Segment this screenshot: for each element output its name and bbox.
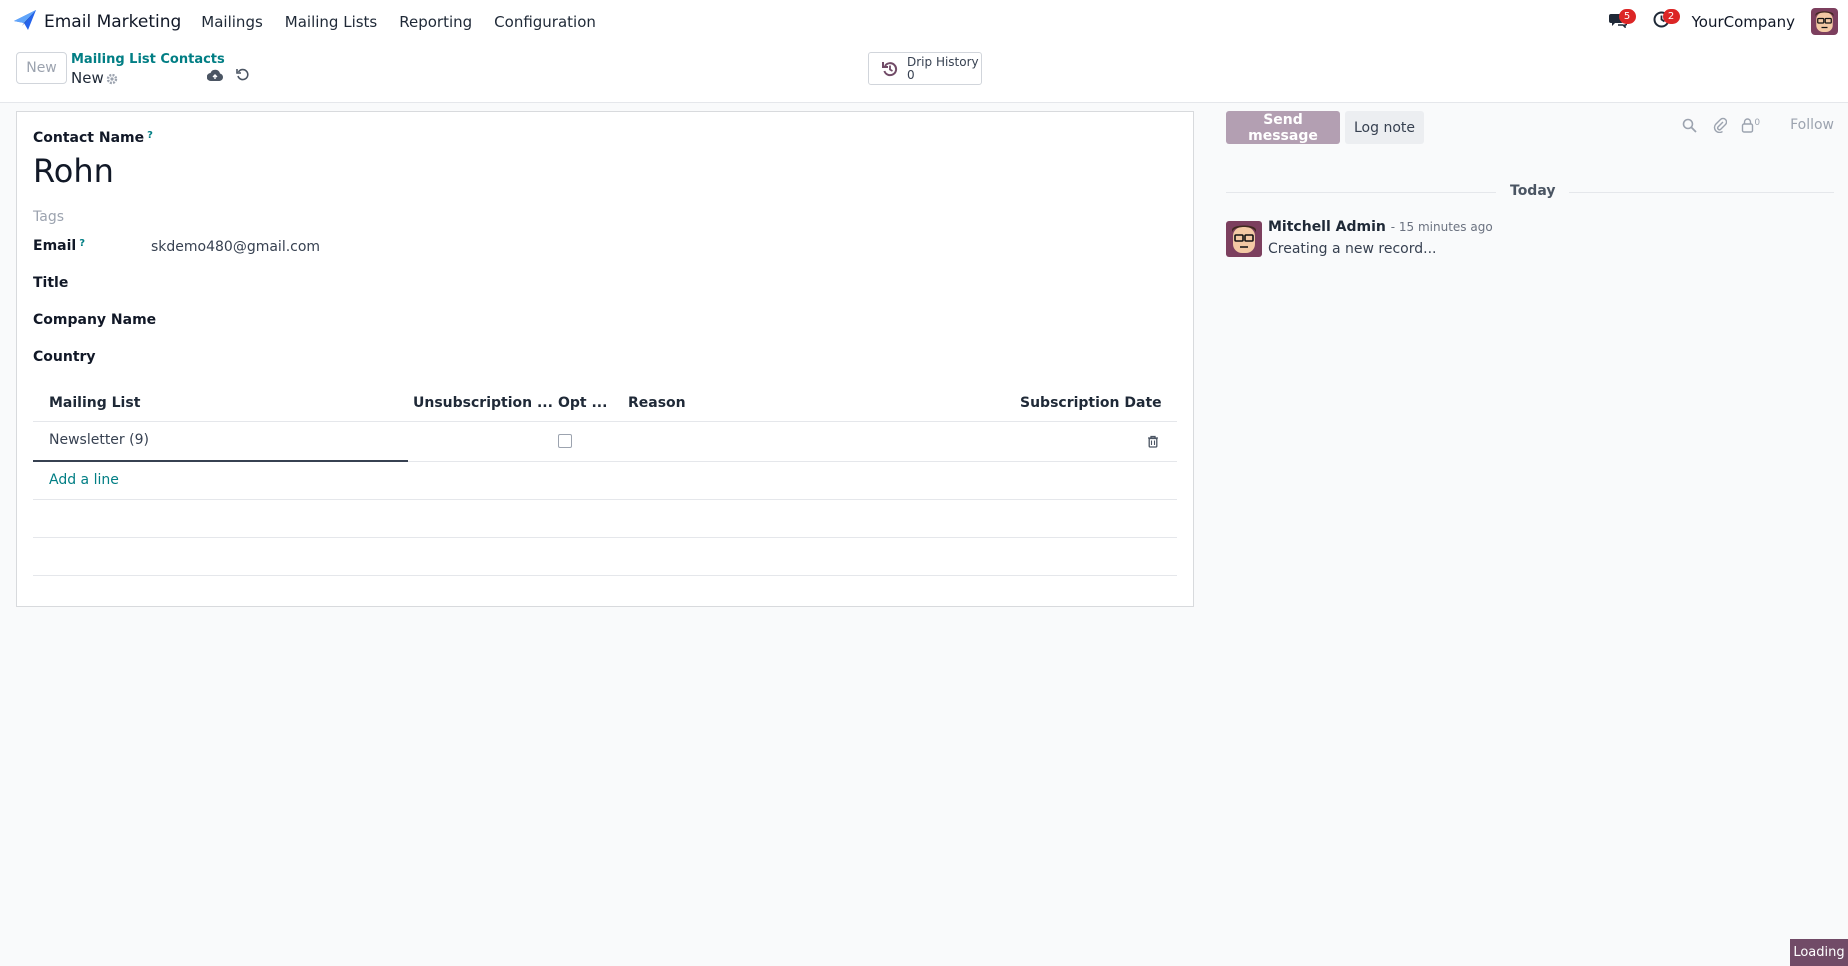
messages-button[interactable]: 5 — [1604, 8, 1636, 36]
message-author[interactable]: Mitchell Admin — [1268, 219, 1386, 235]
menu-reporting[interactable]: Reporting — [399, 13, 472, 31]
email-help[interactable]: ? — [79, 238, 85, 249]
add-line-row: Add a line — [33, 462, 1177, 500]
new-record-button[interactable]: New — [16, 52, 67, 84]
followers-button[interactable]: 0 — [1741, 118, 1760, 133]
add-line-link[interactable]: Add a line — [49, 472, 119, 488]
empty-row — [33, 538, 1177, 576]
activities-count-badge: 2 — [1662, 8, 1680, 24]
drip-history-button[interactable]: Drip History 0 — [868, 52, 982, 85]
date-separator: Today — [1496, 183, 1570, 199]
drip-history-count: 0 — [907, 67, 915, 82]
log-note-button[interactable]: Log note — [1345, 111, 1424, 144]
send-message-button[interactable]: Send message — [1226, 111, 1340, 144]
table-header: Mailing List Unsubscription ... Opt ... … — [33, 386, 1177, 422]
main-menu: Mailings Mailing Lists Reporting Configu… — [201, 13, 618, 31]
user-lock-icon — [1741, 117, 1754, 133]
follow-button[interactable]: Follow — [1790, 117, 1834, 133]
control-panel: New Mailing List Contacts New Drip Histo… — [0, 43, 1848, 103]
messages-count-badge: 5 — [1618, 8, 1636, 24]
column-unsubscription-date[interactable]: Unsubscription ... — [413, 395, 553, 411]
contact-name-help[interactable]: ? — [147, 130, 153, 141]
menu-mailings[interactable]: Mailings — [201, 13, 262, 31]
table-row[interactable]: Newsletter (9) — [33, 422, 1177, 462]
contact-name-label: Contact Name? — [33, 130, 153, 146]
history-icon — [881, 60, 899, 78]
mailing-list-cell[interactable]: Newsletter (9) — [49, 432, 149, 448]
cloud-upload-icon[interactable] — [206, 68, 223, 86]
drip-history-label: Drip History — [907, 54, 979, 69]
trash-icon[interactable] — [1147, 434, 1159, 452]
menu-configuration[interactable]: Configuration — [494, 13, 596, 31]
app-brand[interactable]: Email Marketing — [14, 9, 182, 34]
company-name-label: Company Name — [33, 312, 157, 328]
tags-input[interactable]: Tags — [33, 209, 64, 225]
column-reason[interactable]: Reason — [628, 395, 686, 411]
breadcrumb-mailing-list-contacts[interactable]: Mailing List Contacts — [71, 52, 225, 67]
form-sheet: Contact Name? Rohn Tags Email? skdemo480… — [16, 111, 1194, 607]
message-author-avatar[interactable] — [1226, 221, 1262, 257]
column-mailing-list[interactable]: Mailing List — [49, 395, 140, 411]
email-input[interactable]: skdemo480@gmail.com — [151, 239, 320, 255]
message-time: - 15 minutes ago — [1390, 220, 1493, 234]
country-label: Country — [33, 349, 96, 365]
gear-icon[interactable] — [106, 71, 118, 89]
column-opt-out[interactable]: Opt ... — [558, 395, 607, 411]
systray: 5 2 YourCompany — [1604, 0, 1848, 43]
paperclip-icon[interactable] — [1713, 117, 1728, 133]
user-avatar[interactable] — [1811, 8, 1838, 35]
app-name: Email Marketing — [44, 11, 182, 32]
email-label: Email? — [33, 238, 86, 254]
chatter-tools: 0 Follow — [1682, 117, 1834, 133]
company-switcher[interactable]: YourCompany — [1692, 13, 1795, 31]
activities-button[interactable]: 2 — [1648, 8, 1680, 36]
title-label: Title — [33, 275, 69, 291]
column-subscription-date[interactable]: Subscription Date — [1020, 395, 1162, 411]
menu-mailing-lists[interactable]: Mailing Lists — [285, 13, 377, 31]
empty-row — [33, 500, 1177, 538]
search-icon[interactable] — [1682, 118, 1697, 133]
undo-icon[interactable] — [235, 67, 250, 86]
subscriptions-table: Mailing List Unsubscription ... Opt ... … — [33, 386, 1177, 576]
email-marketing-logo-icon — [14, 9, 36, 34]
opt-out-checkbox[interactable] — [558, 434, 572, 448]
record-title: New — [71, 69, 104, 87]
message-header: Mitchell Admin - 15 minutes ago — [1268, 219, 1493, 235]
top-navbar: Email Marketing Mailings Mailing Lists R… — [0, 0, 1848, 43]
loading-indicator: Loading — [1790, 939, 1848, 966]
followers-count: 0 — [1754, 117, 1761, 128]
contact-name-input[interactable]: Rohn — [33, 152, 114, 190]
message-body: Creating a new record... — [1268, 241, 1437, 257]
